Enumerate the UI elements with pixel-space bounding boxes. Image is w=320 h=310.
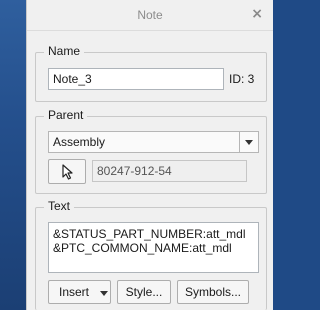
title-bar[interactable]: Note × [27,0,273,31]
name-group: Name Note_3 ID: 3 [35,44,267,102]
insert-button[interactable]: Insert [48,280,111,304]
parent-id-field: 80247-912-54 [92,160,247,182]
text-group-legend: Text [44,199,75,213]
style-button[interactable]: Style... [117,280,171,304]
parent-type-value: Assembly [53,135,106,149]
parent-group: Parent Assembly 80247-912-54 [35,108,267,194]
select-parent-button[interactable] [48,159,86,184]
text-line: &STATUS_PART_NUMBER:att_mdl [53,227,246,241]
name-group-legend: Name [44,44,85,58]
chevron-down-icon [100,291,108,296]
name-input[interactable]: Note_3 [48,68,224,90]
chevron-down-icon [245,140,253,145]
symbols-button[interactable]: Symbols... [177,280,249,304]
parent-type-select[interactable]: Assembly [48,131,259,153]
id-label: ID: 3 [229,72,255,86]
dropdown-arrow[interactable] [239,132,258,152]
background-window [0,0,26,310]
text-group: Text &STATUS_PART_NUMBER:att_mdl &PTC_CO… [35,199,267,310]
cursor-arrow-icon [62,164,73,180]
insert-button-label: Insert [59,285,90,299]
note-dialog: Note × Name Note_3 ID: 3 Parent Assembly… [26,0,273,310]
parent-group-legend: Parent [44,108,88,122]
note-text-area[interactable]: &STATUS_PART_NUMBER:att_mdl &PTC_COMMON_… [48,222,259,273]
text-line: &PTC_COMMON_NAME:att_mdl [53,241,232,255]
close-icon[interactable]: × [251,6,263,22]
dialog-title: Note [137,8,163,22]
